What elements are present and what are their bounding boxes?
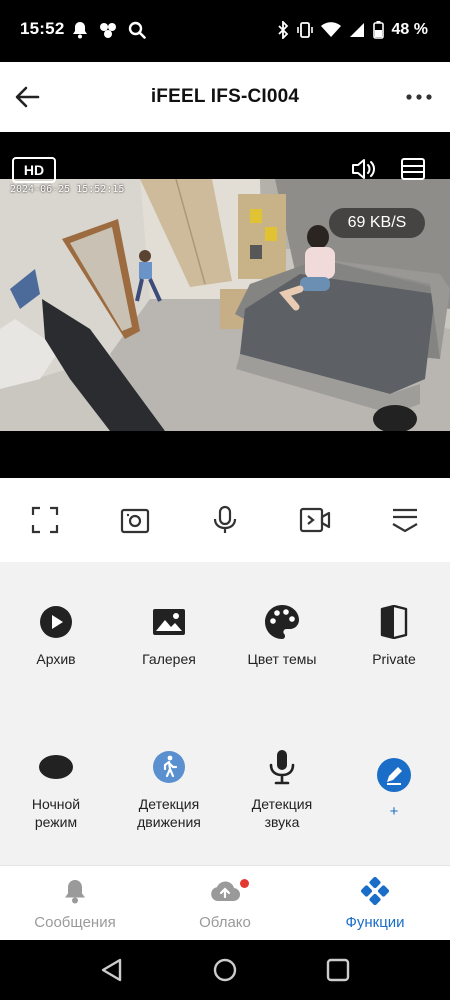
battery-percent: 48 % — [391, 21, 428, 38]
cloud-upload-icon — [211, 881, 240, 902]
add-function-button[interactable]: + — [338, 755, 450, 821]
hd-quality-badge[interactable]: HD — [12, 157, 56, 183]
private-mode-icon — [380, 605, 408, 639]
video-player[interactable]: HD 2024-06-25 15:52:15 69 KB/S — [0, 132, 450, 478]
tab-messages-label: Сообщения — [34, 914, 116, 931]
archive-button[interactable]: Архив — [0, 602, 112, 668]
add-function-label: + — [389, 803, 399, 820]
night-mode-icon — [39, 755, 73, 779]
record-button[interactable] — [270, 478, 360, 562]
play-icon — [40, 606, 72, 638]
bitrate-badge: 69 KB/S — [329, 208, 425, 238]
private-button[interactable]: Private — [338, 602, 450, 668]
more-options-icon[interactable] — [404, 84, 434, 110]
night-mode-button[interactable]: Ночной режим — [0, 747, 112, 831]
microphone-icon — [213, 505, 237, 533]
image-icon — [153, 609, 185, 635]
tab-functions-label: Функции — [345, 914, 405, 931]
stream-menu-icon[interactable] — [400, 157, 426, 181]
gallery-button[interactable]: Галерея — [113, 602, 225, 668]
sound-mic-icon — [269, 750, 295, 785]
bell-icon — [73, 22, 87, 39]
motion-detection-button[interactable]: Детекция движения — [113, 747, 225, 831]
functions-grid-icon — [361, 877, 389, 905]
search-icon — [128, 21, 146, 39]
page-title: iFEEL IFS-CI004 — [150, 86, 300, 107]
battery-icon — [372, 21, 384, 39]
collapse-button[interactable] — [360, 478, 450, 562]
vibrate-icon — [296, 22, 313, 38]
night-mode-label: Ночной режим — [31, 796, 81, 830]
recents-square-icon[interactable] — [324, 956, 352, 984]
talk-button[interactable] — [180, 478, 270, 562]
snapshot-button[interactable] — [90, 478, 180, 562]
system-navigation-bar — [0, 940, 450, 1000]
archive-label: Архив — [36, 651, 76, 667]
tab-cloud-label: Облако — [199, 914, 251, 931]
bluetooth-icon — [277, 21, 288, 39]
app-bar: iFEEL IFS-CI004 — [0, 62, 450, 132]
gallery-label: Галерея — [142, 651, 196, 667]
tab-functions[interactable]: Функции — [300, 876, 450, 931]
snapshot-icon — [120, 508, 150, 534]
control-strip — [0, 478, 450, 562]
wifi-icon — [320, 22, 341, 37]
record-icon — [299, 507, 331, 533]
motion-walking-icon — [153, 751, 185, 783]
notification-dot — [240, 879, 249, 888]
collapse-icon — [392, 508, 418, 533]
video-timestamp: 2024-06-25 15:52:15 — [10, 184, 125, 195]
status-bar: 15:52 48 % — [0, 0, 450, 62]
bell-icon — [65, 880, 85, 904]
edit-pencil-icon — [377, 758, 411, 792]
theme-color-label: Цвет темы — [247, 651, 317, 667]
palette-icon — [265, 605, 299, 639]
theme-color-button[interactable]: Цвет темы — [226, 602, 338, 668]
private-label: Private — [372, 651, 416, 667]
back-triangle-icon[interactable] — [98, 956, 126, 984]
home-circle-icon[interactable] — [211, 956, 239, 984]
app-icon — [100, 23, 116, 38]
status-time: 15:52 — [20, 19, 65, 38]
sound-detection-button[interactable]: Детекция звука — [226, 747, 338, 831]
volume-icon[interactable] — [350, 156, 376, 182]
motion-detection-label: Детекция движения — [137, 796, 201, 830]
fullscreen-button[interactable] — [0, 478, 90, 562]
signal-icon — [349, 23, 364, 37]
tab-cloud[interactable]: Облако — [150, 876, 300, 931]
functions-panel: Архив Галерея Цвет темы Private Ночной р… — [0, 562, 450, 865]
sound-detection-label: Детекция звука — [251, 796, 313, 830]
tab-messages[interactable]: Сообщения — [0, 876, 150, 931]
fullscreen-icon — [31, 506, 59, 534]
bottom-navigation: Сообщения Облако Функции — [0, 865, 450, 940]
